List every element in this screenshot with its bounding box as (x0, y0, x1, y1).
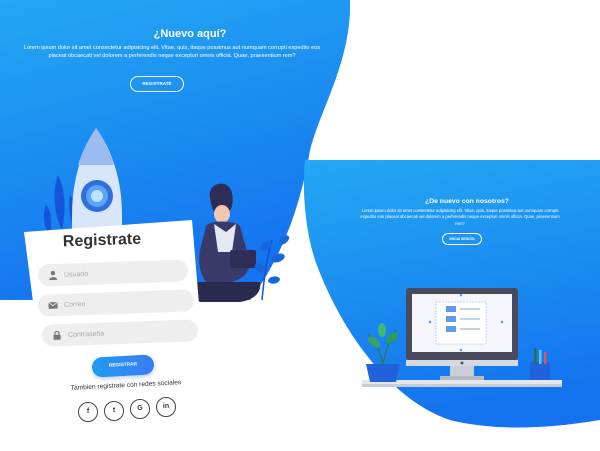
envelope-icon (48, 301, 58, 309)
lock-icon (53, 330, 61, 340)
password-input[interactable] (67, 322, 209, 342)
register-submit-button[interactable]: REGISTRAR (91, 354, 155, 378)
linkedin-button[interactable]: in (156, 397, 176, 417)
facebook-button[interactable]: f (78, 402, 98, 422)
twitter-icon: t (112, 407, 116, 414)
username-input[interactable] (63, 262, 205, 282)
facebook-icon: f (86, 408, 90, 415)
google-button[interactable]: G (130, 399, 150, 419)
linkedin-icon: in (162, 403, 170, 410)
twitter-button[interactable]: t (104, 401, 124, 421)
google-icon: G (137, 405, 143, 412)
user-icon (49, 270, 58, 281)
email-input[interactable] (63, 292, 205, 312)
